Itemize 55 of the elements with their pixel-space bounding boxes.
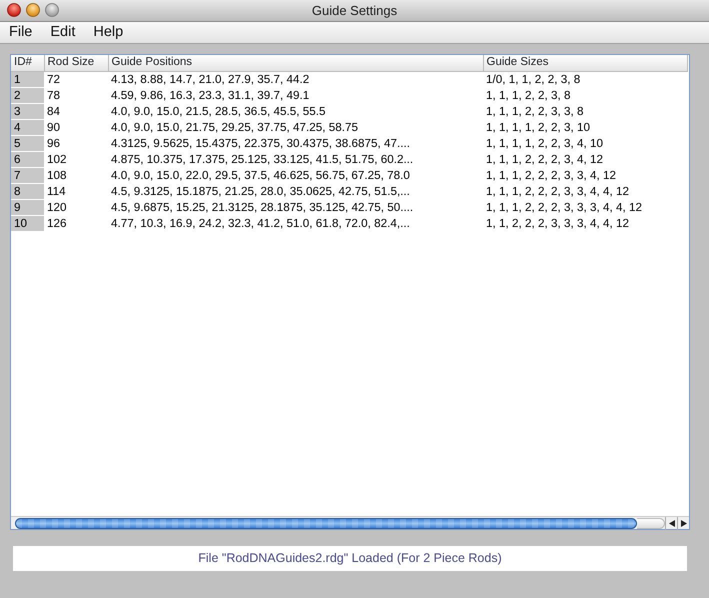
scroll-left-icon[interactable]	[668, 520, 674, 526]
table-cell-text: 1, 1, 1, 1, 2, 2, 3, 4, 10	[485, 136, 604, 151]
table-cell: 72	[44, 71, 108, 87]
table-cell-text: 4.5, 9.3125, 15.1875, 21.25, 28.0, 35.0625, 42.75, 51.5,...	[110, 184, 411, 199]
row-header: 3	[11, 103, 44, 119]
column-header[interactable]: ID#	[11, 55, 44, 71]
table-cell-text: 1, 1, 1, 2, 2, 2, 3, 3, 3, 4, 4, 12	[485, 200, 643, 215]
table-cell: 78	[44, 87, 108, 103]
close-icon[interactable]	[7, 3, 21, 17]
scrollbar-thumb[interactable]	[15, 518, 637, 528]
table-cell: 96	[44, 135, 108, 151]
table-cell-text: 4.875, 10.375, 17.375, 25.125, 33.125, 41.5, 51.75, 60.2...	[110, 152, 414, 167]
table-cell-text: 1, 1, 1, 2, 2, 3, 3, 8	[485, 104, 584, 119]
table-cell: 1/0, 1, 1, 2, 2, 3, 8	[483, 71, 688, 87]
table-cell-text: 4.59, 9.86, 16.3, 23.3, 31.1, 39.7, 49.1	[110, 88, 310, 103]
table-cell-text: 1, 1, 1, 2, 2, 3, 8	[485, 88, 572, 103]
table-cell: 84	[44, 103, 108, 119]
menu-item[interactable]: Help	[93, 22, 132, 44]
window-title: Guide Settings	[312, 2, 398, 20]
row-header: 7	[11, 167, 44, 183]
table-cell: 126	[44, 215, 108, 231]
minimize-icon[interactable]	[26, 3, 40, 17]
table-cell-text: 1, 1, 1, 1, 2, 2, 3, 10	[485, 120, 591, 135]
menu-item[interactable]: File	[9, 22, 42, 44]
table-cell: 114	[44, 183, 108, 199]
table-cell-text: 1, 1, 1, 2, 2, 2, 3, 3, 4, 12	[485, 168, 617, 183]
menu-item[interactable]: Edit	[50, 22, 84, 44]
table-cell-text: 1, 1, 1, 2, 2, 2, 3, 3, 4, 4, 12	[485, 184, 630, 199]
scroll-right-icon[interactable]	[680, 520, 686, 526]
column-header[interactable]: Rod Size	[44, 55, 108, 71]
table-cell-text: 4.0, 9.0, 15.0, 21.75, 29.25, 37.75, 47.25, 58.75	[110, 120, 359, 135]
table-cell-text: 4.5, 9.6875, 15.25, 21.3125, 28.1875, 35.125, 42.75, 50....	[110, 200, 414, 215]
table-cell: 108	[44, 167, 108, 183]
table-cell: 102	[44, 151, 108, 167]
table-cell-text: 4.3125, 9.5625, 15.4375, 22.375, 30.4375, 38.6875, 47....	[110, 136, 411, 151]
table-cell-text: 4.77, 10.3, 16.9, 24.2, 32.3, 41.2, 51.0, 61.8, 72.0, 82.4,...	[110, 216, 411, 231]
row-header: 6	[11, 151, 44, 167]
zoom-icon[interactable]	[45, 3, 59, 17]
table-cell: 90	[44, 119, 108, 135]
table-cell-text: 1, 1, 2, 2, 2, 3, 3, 3, 4, 4, 12	[485, 216, 630, 231]
column-header[interactable]: Guide Positions	[108, 55, 483, 71]
row-header: 2	[11, 87, 44, 103]
row-header: 9	[11, 199, 44, 215]
row-header: 10	[11, 215, 44, 231]
table-cell-text: 4.0, 9.0, 15.0, 22.0, 29.5, 37.5, 46.625, 56.75, 67.25, 78.0	[110, 168, 411, 183]
row-header: 4	[11, 119, 44, 135]
table-cell-text: 1, 1, 1, 2, 2, 2, 3, 4, 12	[485, 152, 604, 167]
table-cell-text: 4.0, 9.0, 15.0, 21.5, 28.5, 36.5, 45.5, 55.5	[110, 104, 326, 119]
column-header[interactable]: Guide Sizes	[483, 55, 688, 71]
status-text: File "RodDNAGuides2.rdg" Loaded (For 2 Piece Rods)	[198, 550, 502, 568]
table-cell: 120	[44, 199, 108, 215]
table-cell: 4.13, 8.88, 14.7, 21.0, 27.9, 35.7, 44.2	[108, 71, 483, 87]
row-header: 8	[11, 183, 44, 199]
row-header: 1	[11, 71, 44, 87]
row-header: 5	[11, 135, 44, 151]
